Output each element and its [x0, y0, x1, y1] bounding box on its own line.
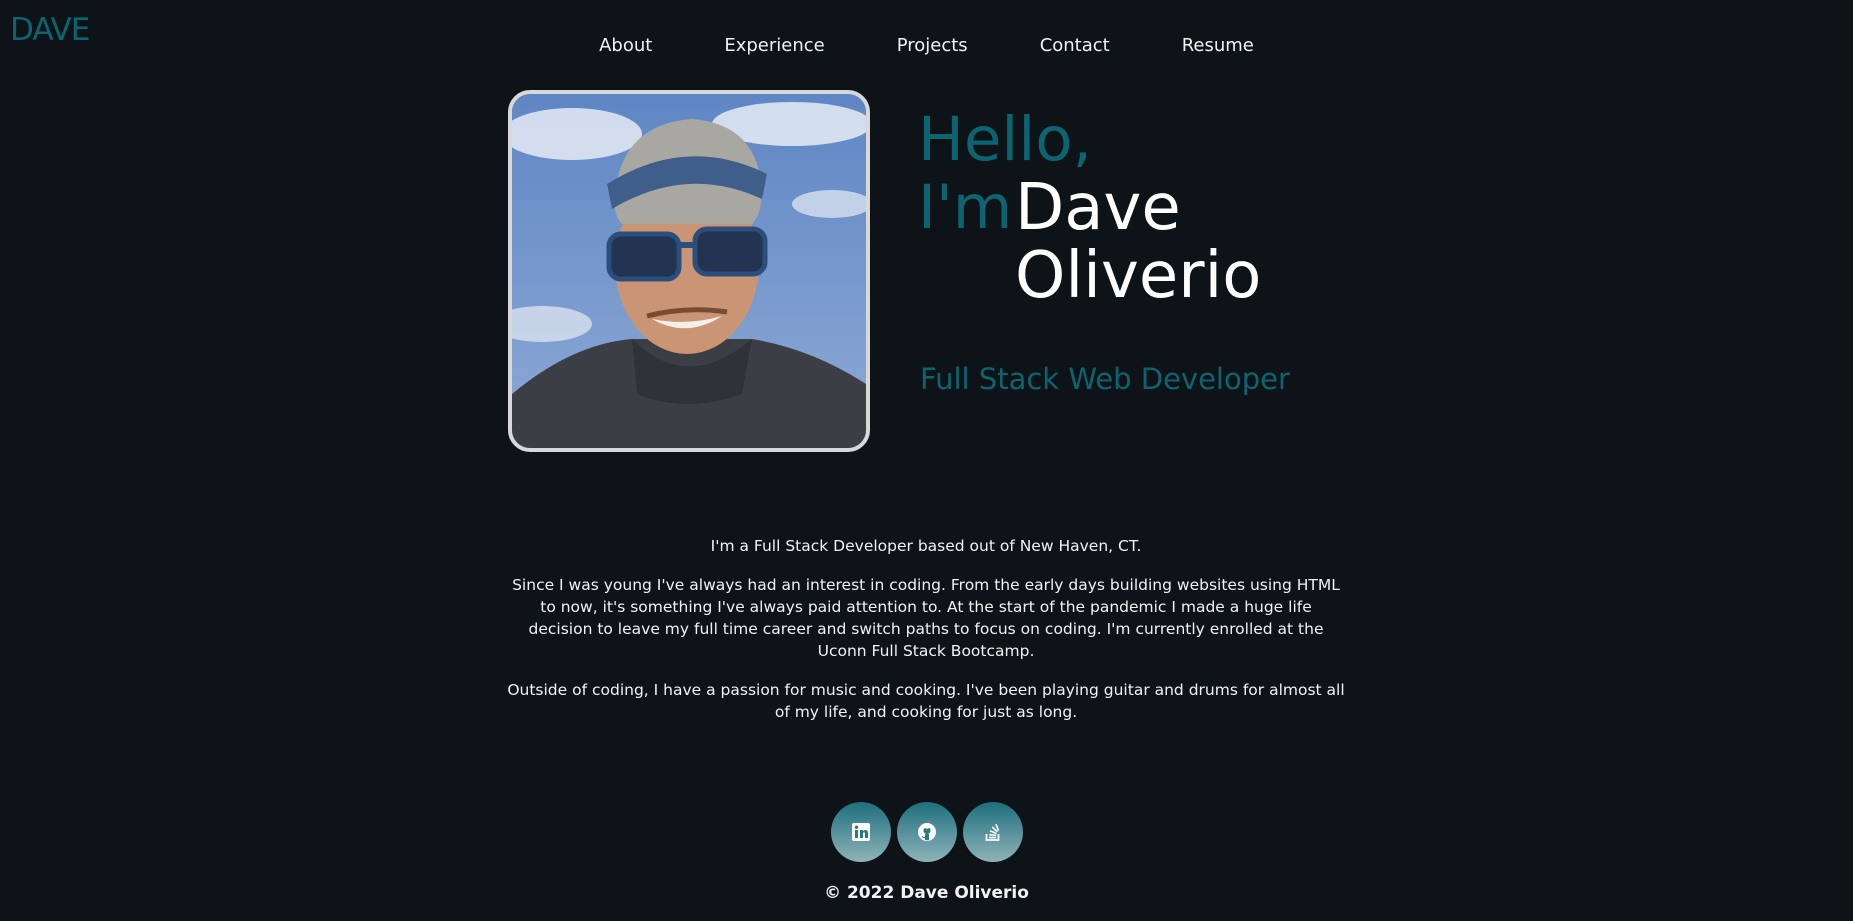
github-icon [917, 823, 936, 841]
first-name: Dave [1015, 171, 1181, 245]
about-paragraph: I'm a Full Stack Developer based out of … [710, 537, 1142, 555]
im-text: I'm [918, 172, 1013, 243]
nav-about[interactable]: About [563, 34, 688, 58]
full-name: Dave Oliverio [1015, 174, 1261, 310]
nav-resume[interactable]: Resume [1146, 34, 1290, 58]
about-section: I'm a Full Stack Developer based out of … [506, 535, 1346, 740]
hero-section: Hello, I'm Dave Oliverio Full Stack Web … [508, 90, 1408, 452]
social-links [0, 802, 1853, 862]
portfolio-page: DAVE About Experience Projects Contact R… [0, 0, 1853, 921]
nav-experience[interactable]: Experience [688, 34, 860, 58]
stackoverflow-button[interactable] [962, 802, 1023, 862]
greeting: Hello, I'm Dave Oliverio [918, 104, 1398, 311]
profile-photo-illustration [512, 94, 866, 448]
last-name: Oliverio [1015, 239, 1262, 313]
job-title: Full Stack Web Developer [920, 362, 1290, 396]
linkedin-icon [851, 823, 870, 841]
about-paragraph: Outside of coding, I have a passion for … [507, 681, 1345, 721]
footer-copyright: © 2022 Dave Oliverio [824, 883, 1029, 903]
linkedin-button[interactable] [830, 802, 891, 862]
main-nav: About Experience Projects Contact Resume [0, 34, 1853, 58]
about-paragraph: Since I was young I've always had an int… [512, 576, 1340, 660]
hello-text: Hello, [918, 104, 1093, 175]
stackoverflow-icon [985, 823, 999, 841]
profile-photo [508, 90, 870, 452]
nav-projects[interactable]: Projects [861, 34, 1004, 58]
github-button[interactable] [896, 802, 957, 862]
nav-contact[interactable]: Contact [1004, 34, 1146, 58]
